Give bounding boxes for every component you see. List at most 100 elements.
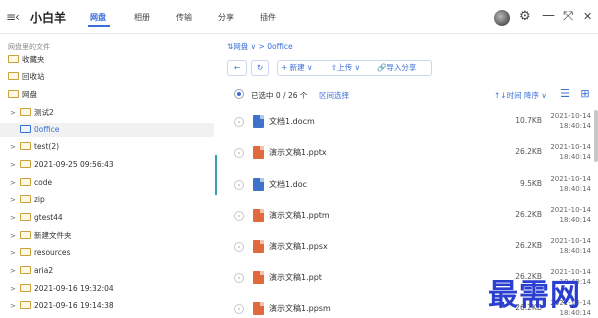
top-bar: ≡‹ 小白羊 网盘 相册 传输 分享 插件 ⚙ — ⤧ ✕: [0, 0, 598, 34]
folder-icon: [20, 248, 31, 256]
tree-item-code[interactable]: > code: [10, 176, 214, 190]
import-share-button[interactable]: 🔗导入分享: [377, 61, 416, 75]
file-date: 2021-10-14 18:40:14: [550, 206, 591, 224]
expand-arrow-icon[interactable]: >: [10, 211, 20, 225]
file-name[interactable]: 演示文稿1.ppt: [269, 272, 322, 283]
file-name[interactable]: 文档1.docm: [269, 116, 315, 127]
file-name[interactable]: 演示文稿1.ppsm: [269, 303, 331, 314]
maximize-icon[interactable]: ⤧: [563, 9, 573, 24]
tree-item-2021-09-25[interactable]: >2021-09-25 09:56:43: [10, 158, 214, 172]
back-button[interactable]: ←: [227, 60, 247, 76]
tab-share[interactable]: 分享: [218, 12, 234, 23]
file-size: 26.2KB: [515, 210, 542, 219]
expand-arrow-icon[interactable]: >: [10, 193, 20, 207]
expand-arrow-icon[interactable]: >: [10, 246, 20, 260]
file-row[interactable]: 演示文稿1.pptx 26.2KB 2021-10-14 18:40:14: [217, 138, 591, 169]
file-row[interactable]: 文档1.docm 10.7KB 2021-10-14 18:40:14: [217, 107, 591, 138]
row-checkbox[interactable]: [234, 304, 244, 314]
upload-button[interactable]: ⇧上传 ∨: [331, 61, 360, 75]
powerpoint-icon: [253, 302, 264, 315]
row-checkbox[interactable]: [234, 211, 244, 221]
word-doc-icon: [253, 178, 264, 191]
close-icon[interactable]: ✕: [583, 10, 592, 23]
tree-item-trash[interactable]: 回收站: [8, 70, 214, 84]
file-date: 2021-10-14 18:40:14: [550, 112, 591, 130]
gear-icon[interactable]: ⚙: [519, 9, 531, 24]
minimize-icon[interactable]: —: [542, 8, 555, 23]
selection-bar: 已选中 0 / 26 个 区间选择 ↑↓时间 降序 ∨ ☰ ⊞: [217, 86, 598, 104]
folder-icon: [20, 301, 31, 309]
file-size: 26.2KB: [515, 241, 542, 250]
file-size: 26.2KB: [515, 147, 542, 156]
file-size: 10.7KB: [515, 116, 542, 125]
list-view-icon[interactable]: ☰: [559, 88, 571, 100]
expand-arrow-icon[interactable]: >: [10, 158, 20, 172]
tree-item-zip[interactable]: > zip: [10, 193, 214, 207]
tree-item-test-2[interactable]: > test(2): [10, 140, 214, 154]
row-checkbox[interactable]: [234, 180, 244, 190]
folder-icon: [20, 284, 31, 292]
tree-item-new-folder[interactable]: > 新建文件夹: [10, 229, 214, 243]
tree-item-2021-09-16-b[interactable]: >2021-09-16 19:14:38: [10, 299, 214, 313]
folder-icon: [20, 231, 31, 239]
row-checkbox[interactable]: [234, 117, 244, 127]
sidebar-caption: 网盘里的文件: [8, 43, 50, 51]
expand-arrow-icon[interactable]: >: [10, 264, 20, 278]
file-row[interactable]: 演示文稿1.pptm 26.2KB 2021-10-14 18:40:14: [217, 201, 591, 232]
file-row[interactable]: 文档1.doc 9.5KB 2021-10-14 18:40:14: [217, 170, 591, 201]
new-button[interactable]: + 新建 ∨: [281, 61, 313, 75]
tree-item-test2[interactable]: > 测试2: [10, 106, 214, 120]
tree-item-resources[interactable]: > resources: [10, 246, 214, 260]
tab-plugins[interactable]: 插件: [260, 12, 276, 23]
folder-icon: [20, 125, 31, 133]
word-doc-icon: [253, 115, 264, 128]
row-checkbox[interactable]: [234, 148, 244, 158]
menu-icon[interactable]: ≡‹: [6, 10, 20, 24]
watermark: 最需网: [488, 278, 581, 313]
tree-item-drive[interactable]: 网盘: [8, 88, 214, 102]
expand-arrow-icon[interactable]: >: [10, 229, 20, 243]
grid-view-icon[interactable]: ⊞: [579, 88, 591, 100]
file-size: 9.5KB: [520, 179, 542, 188]
expand-arrow-icon[interactable]: >: [10, 282, 20, 296]
tab-transfer[interactable]: 传输: [176, 12, 192, 23]
powerpoint-icon: [253, 209, 264, 222]
tree-item-aria2[interactable]: > aria2: [10, 264, 214, 278]
tree-item-favorites[interactable]: 收藏夹: [8, 53, 214, 67]
expand-arrow-icon[interactable]: >: [10, 299, 20, 313]
file-name[interactable]: 演示文稿1.pptm: [269, 210, 330, 221]
select-all-checkbox[interactable]: [234, 89, 244, 99]
file-date: 2021-10-14 18:40:14: [550, 175, 591, 193]
folder-icon: [20, 142, 31, 150]
avatar[interactable]: [494, 10, 510, 26]
tree-item-gtest44[interactable]: > gtest44: [10, 211, 214, 225]
powerpoint-icon: [253, 271, 264, 284]
file-name[interactable]: 文档1.doc: [269, 179, 307, 190]
row-checkbox[interactable]: [234, 242, 244, 252]
refresh-button[interactable]: ↻: [251, 60, 269, 76]
file-name[interactable]: 演示文稿1.ppsx: [269, 241, 328, 252]
expand-arrow-icon[interactable]: >: [10, 176, 20, 190]
file-list-scrollbar[interactable]: [594, 110, 598, 162]
powerpoint-icon: [253, 240, 264, 253]
tab-album[interactable]: 相册: [134, 12, 150, 23]
expand-arrow-icon[interactable]: >: [10, 106, 20, 120]
tree-item-2021-09-16-a[interactable]: >2021-09-16 19:32:04: [10, 282, 214, 296]
sort-dropdown[interactable]: ↑↓时间 降序 ∨: [494, 90, 547, 101]
breadcrumb[interactable]: ⇅网盘 ∨ > 0office: [227, 41, 293, 52]
active-tab-indicator: [88, 25, 110, 27]
file-date: 2021-10-14 18:40:14: [550, 237, 591, 255]
app-title: 小白羊: [30, 11, 67, 25]
trash-folder-icon: [8, 72, 19, 80]
file-name[interactable]: 演示文稿1.pptx: [269, 147, 327, 158]
tree-item-0office[interactable]: 0office: [0, 123, 214, 137]
range-select-link[interactable]: 区间选择: [319, 90, 349, 101]
folder-icon: [20, 266, 31, 274]
row-checkbox[interactable]: [234, 273, 244, 283]
expand-arrow-icon[interactable]: >: [10, 140, 20, 154]
file-date: 2021-10-14 18:40:14: [550, 143, 591, 161]
file-row[interactable]: 演示文稿1.ppsx 26.2KB 2021-10-14 18:40:14: [217, 232, 591, 263]
folder-icon: [20, 160, 31, 168]
folder-icon: [20, 213, 31, 221]
tab-drive[interactable]: 网盘: [90, 12, 106, 23]
